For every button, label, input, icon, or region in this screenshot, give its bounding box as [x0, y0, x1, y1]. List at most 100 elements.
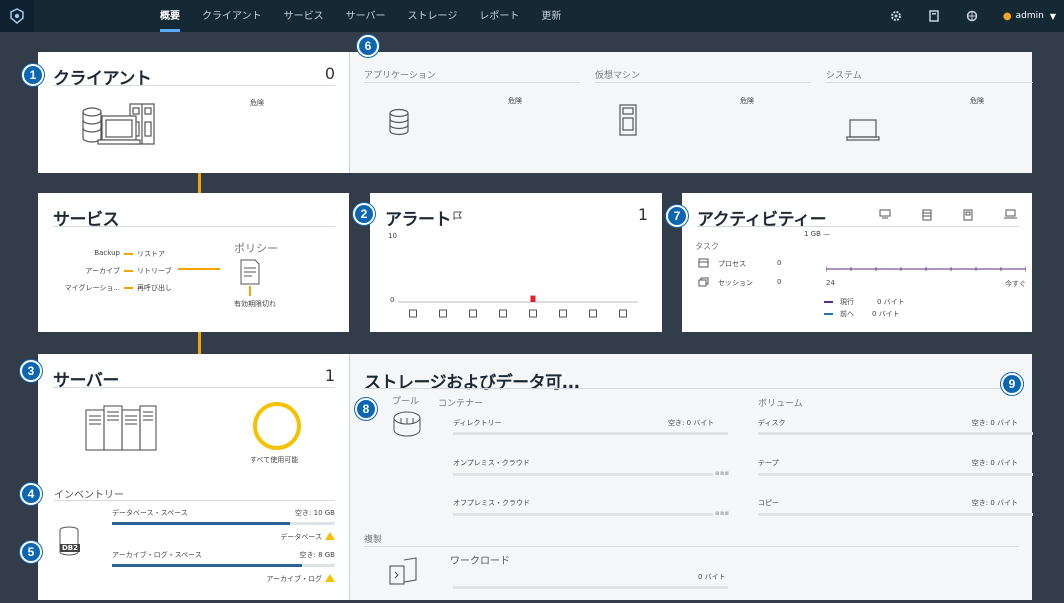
virtual-machine-icon: [619, 104, 637, 136]
divider: [595, 82, 811, 83]
log-warning-label: アーカイブ・ログ: [266, 575, 322, 583]
drive-icon[interactable]: [559, 309, 567, 318]
servers-availability-ring: [253, 402, 301, 450]
globe-icon[interactable]: [589, 309, 597, 318]
badge-9: 9: [1001, 373, 1023, 395]
tower-icon[interactable]: [529, 309, 537, 318]
volume-bar: [758, 473, 1033, 476]
clients-panel[interactable]: クライアント 0 危険: [38, 52, 349, 173]
server-icon[interactable]: [469, 309, 477, 318]
legend-current-label: 現行: [840, 298, 854, 306]
service-backup-label: Backup: [94, 249, 120, 257]
alerts-panel[interactable]: アラート 1 10 0: [370, 193, 662, 332]
nav-item-overview[interactable]: 概要: [160, 0, 180, 32]
db-icon[interactable]: [439, 309, 447, 318]
service-recall-label: 再呼び出し: [137, 284, 172, 292]
nav-item-servers[interactable]: サーバー: [346, 0, 386, 32]
storage-panel[interactable]: ストレージおよびデータ可... プール コンテナー ボリューム ディレクトリー …: [349, 354, 1033, 600]
nav-item-updates[interactable]: 更新: [541, 0, 561, 32]
nav-item-clients[interactable]: クライアント: [202, 0, 262, 32]
chevron-down-icon: ▼: [1049, 11, 1056, 21]
legend-current-value: 0 バイト: [877, 298, 905, 306]
container-name: オフプレミス・クラウド: [453, 499, 530, 507]
db-space-free: 空き: 10 GB: [295, 509, 335, 517]
alert-bar[interactable]: [530, 295, 536, 302]
warning-icon: [325, 532, 335, 540]
laptop-filter-icon[interactable]: [1004, 209, 1017, 220]
policy-status: 有効期限切れ: [234, 300, 276, 308]
services-panel[interactable]: サービス Backup リストア アーカイブ リトリーブ マイグレーショ... …: [38, 193, 349, 332]
connector-services-servers: [198, 332, 201, 354]
servers-panel[interactable]: サーバー 1 すべて使用可能 インベントリー DB2 データベース・スペース 空…: [38, 354, 349, 600]
app-logo-icon[interactable]: [0, 0, 34, 32]
volume-free: 空き: 0 バイト: [971, 499, 1018, 507]
vm-col-title: 仮想マシン: [595, 71, 641, 81]
flag-icon: [453, 211, 462, 220]
divider: [364, 546, 1019, 547]
badge-6: 6: [357, 35, 379, 57]
service-archive-label: アーカイブ: [85, 267, 120, 275]
policy-line: [249, 286, 251, 296]
laptop-icon[interactable]: [499, 309, 507, 318]
clients-status: 危険: [250, 99, 264, 107]
nav-item-services[interactable]: サービス: [284, 0, 324, 32]
container-name: オンプレミス・クラウド: [453, 459, 530, 467]
pool-icon: [393, 411, 421, 437]
document-icon[interactable]: [927, 9, 941, 23]
service-line: [124, 253, 133, 255]
db-warning-label: データベース: [280, 533, 322, 541]
replication-label: 複製: [364, 535, 383, 545]
warning-icon: [325, 574, 335, 582]
system-col-status: 危険: [970, 97, 984, 105]
divider: [54, 500, 335, 501]
divider: [53, 387, 335, 388]
volume-free: 空き: 0 バイト: [971, 419, 1018, 427]
service-line: [124, 287, 133, 289]
settings-gear-icon[interactable]: [889, 9, 903, 23]
db-space-label: データベース・スペース: [112, 509, 188, 517]
session-icon: [698, 277, 709, 287]
service-migration-label: マイグレーショ...: [64, 284, 120, 292]
storage-icon[interactable]: [619, 309, 627, 318]
laptop-icon: [846, 119, 880, 141]
task-label: タスク: [695, 242, 719, 251]
container-bar: [453, 513, 713, 516]
volume-name: テープ: [758, 459, 779, 467]
container-bar: [453, 432, 728, 435]
legend-prev-label: 前へ: [840, 310, 854, 318]
nav-item-reports[interactable]: レポート: [479, 0, 519, 32]
db2-label: DB2: [60, 544, 81, 552]
db-space-bar: [112, 522, 335, 525]
divider: [826, 82, 1033, 83]
services-policy-line: [178, 268, 220, 270]
session-count: 0: [777, 278, 782, 286]
applications-panel[interactable]: アプリケーション 危険 仮想マシン 危険 システム 危険: [349, 52, 1033, 173]
client-icon[interactable]: [409, 309, 417, 318]
activity-scale: 1 GB —: [804, 230, 831, 238]
legend-prev-value: 0 バイト: [872, 310, 900, 318]
activity-panel[interactable]: アクティビティー 1 GB — タスク プロセス 0 セッション 0 24 今す…: [682, 193, 1032, 332]
activity-axis-end: 今すぐ: [1005, 280, 1026, 288]
legend-current-swatch: [824, 301, 833, 303]
badge-3: 3: [20, 360, 42, 382]
service-line: [124, 270, 133, 272]
replication-icon: [389, 557, 417, 585]
help-globe-icon[interactable]: [965, 9, 979, 23]
client-filter-icon[interactable]: [879, 209, 891, 220]
container-free: 空き: 0 バイト: [668, 419, 715, 427]
database-filter-icon[interactable]: [922, 209, 932, 221]
workload-value: 0 バイト: [698, 573, 726, 581]
db-space-bar-fill: [112, 522, 291, 525]
volume-label: ボリューム: [758, 399, 803, 409]
clients-illustration-icon: [82, 103, 155, 145]
user-menu[interactable]: ● admin ▼: [1003, 11, 1056, 22]
divider: [364, 82, 580, 83]
volume-name: ディスク: [758, 419, 786, 427]
process-label: プロセス: [718, 260, 746, 268]
user-icon: ●: [1002, 10, 1012, 22]
user-name: admin: [1015, 11, 1044, 21]
server-filter-icon[interactable]: [963, 209, 973, 221]
badge-5: 5: [20, 541, 42, 563]
nav-item-storage[interactable]: ストレージ: [408, 0, 458, 32]
badge-7: 7: [666, 205, 688, 227]
